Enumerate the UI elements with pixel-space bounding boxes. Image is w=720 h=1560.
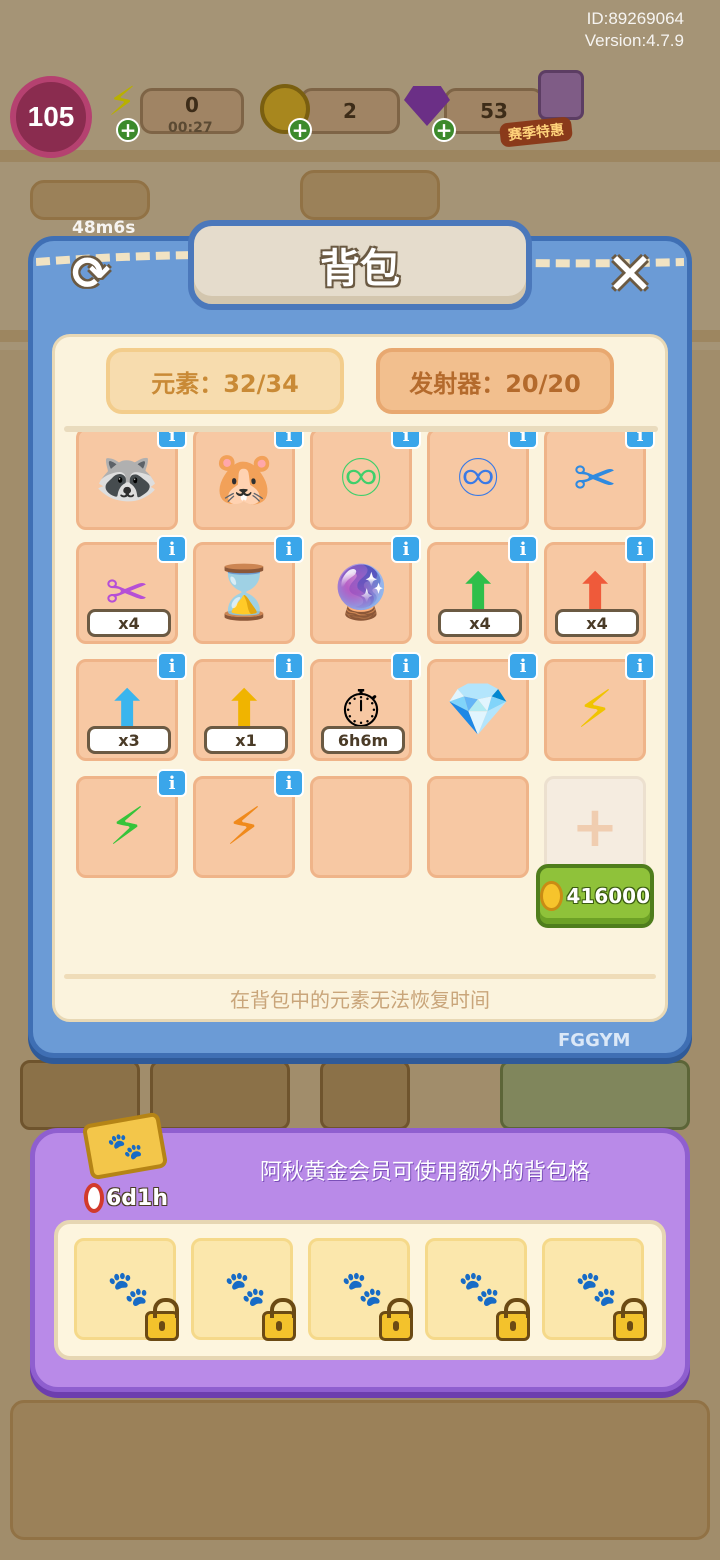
elements-counter-label: 元素：32/34: [151, 369, 299, 398]
info-icon[interactable]: i: [157, 769, 187, 797]
close-button[interactable]: ✕: [600, 240, 660, 308]
energy-value: 0: [185, 93, 199, 117]
energy-timer: 00:27: [168, 120, 213, 136]
coin-icon: [540, 881, 563, 911]
backpack-slot[interactable]: ⬆ i x3: [76, 652, 187, 761]
vip-timer: 6d1h: [84, 1182, 168, 1214]
refresh-icon: ⟳: [71, 246, 111, 300]
backpack-slot[interactable]: 🔮 i: [310, 535, 421, 644]
backpack-slot[interactable]: ♾ i: [427, 430, 538, 530]
vip-locked-slot[interactable]: 🐾: [542, 1238, 647, 1341]
gem-plus-icon[interactable]: +: [432, 118, 456, 142]
grid-scroll-edge: [64, 426, 658, 432]
brand-watermark: FGGYM: [558, 1030, 631, 1051]
paw-icon: 🐾: [224, 1269, 267, 1309]
lock-icon: [262, 1298, 296, 1341]
lock-icon: [613, 1298, 647, 1341]
backpack-title: 背包: [320, 246, 400, 292]
buy-slot-button[interactable]: 416000: [536, 864, 654, 928]
backpack-slot[interactable]: ♾ i: [310, 430, 421, 530]
background-timer: 48m6s: [72, 218, 136, 238]
empty-backpack-slot[interactable]: [427, 776, 529, 878]
info-icon[interactable]: i: [157, 652, 187, 680]
info-icon[interactable]: i: [157, 430, 187, 449]
refresh-button[interactable]: ⟳: [62, 244, 120, 302]
info-icon[interactable]: i: [274, 430, 304, 449]
backpack-slot[interactable]: ⚡ i: [544, 652, 655, 761]
coin-value: 2: [343, 99, 357, 123]
info-icon[interactable]: i: [391, 652, 421, 680]
plus-icon: +: [571, 794, 619, 860]
vip-locked-slot[interactable]: 🐾: [308, 1238, 413, 1341]
item-quantity-label: x1: [204, 726, 288, 754]
season-gift-icon[interactable]: [538, 70, 584, 120]
paw-icon: 🐾: [104, 1126, 146, 1166]
paw-icon: 🐾: [458, 1269, 501, 1309]
lock-icon: [379, 1298, 413, 1341]
vip-locked-slot[interactable]: 🐾: [191, 1238, 296, 1341]
vip-timer-value: 6d1h: [105, 1185, 168, 1211]
info-icon[interactable]: i: [274, 652, 304, 680]
item-quantity-label: x4: [87, 609, 171, 637]
info-icon[interactable]: i: [274, 535, 304, 563]
backpack-slot[interactable]: ⚡ i: [193, 769, 304, 878]
vip-message: 阿秋黄金会员可使用额外的背包格: [259, 1160, 590, 1185]
info-icon[interactable]: i: [508, 652, 538, 680]
backpack-slot[interactable]: ⬆ i x4: [427, 535, 538, 644]
empty-backpack-slot[interactable]: [310, 776, 412, 878]
device-info: ID:89269064 Version:4.7.9: [585, 8, 684, 52]
energy-lightning-icon: ⚡: [108, 79, 137, 125]
backpack-slot[interactable]: 💎 i: [427, 652, 538, 761]
info-icon[interactable]: i: [625, 430, 655, 449]
backpack-slot[interactable]: ⌛ i: [193, 535, 304, 644]
backpack-title-plate: 背包: [188, 220, 532, 310]
footer-divider: [64, 974, 656, 979]
info-icon[interactable]: i: [508, 430, 538, 449]
game-version: Version:4.7.9: [584, 31, 684, 50]
player-level: 105: [27, 101, 75, 132]
energy-plus-icon[interactable]: +: [116, 118, 140, 142]
info-icon[interactable]: i: [157, 535, 187, 563]
info-icon[interactable]: i: [391, 430, 421, 449]
paw-icon: 🐾: [575, 1269, 618, 1309]
backpack-slot[interactable]: ✂ i: [544, 430, 655, 530]
info-icon[interactable]: i: [625, 535, 655, 563]
info-icon[interactable]: i: [508, 535, 538, 563]
backpack-slot[interactable]: ⏱ i 6h6m: [310, 652, 421, 761]
buy-slot-price: 416000: [566, 884, 651, 908]
elements-counter-tab[interactable]: 元素：32/34: [106, 348, 344, 414]
backpack-slot[interactable]: ⬆ i x4: [544, 535, 655, 644]
backpack-item-grid[interactable]: 🦝 i 🐹 i ♾ i ♾ i ✂ i ✂ i x4 ⌛ i 🔮 i ⬆ i x4 ⬆ i x4 ⬆ i x3 ⬆ i x1 ⏱ i 6h6m…: [64, 430, 658, 886]
info-icon[interactable]: i: [625, 652, 655, 680]
paw-icon: 🐾: [107, 1269, 150, 1309]
item-quantity-label: x4: [555, 609, 639, 637]
item-quantity-label: 6h6m: [321, 726, 405, 754]
info-icon[interactable]: i: [391, 535, 421, 563]
backpack-slot[interactable]: ⬆ i x1: [193, 652, 304, 761]
item-quantity-label: x4: [438, 609, 522, 637]
launchers-counter-tab[interactable]: 发射器：20/20: [376, 348, 614, 414]
lock-icon: [145, 1298, 179, 1341]
coin-plus-icon[interactable]: +: [288, 118, 312, 142]
paw-icon: 🐾: [341, 1269, 384, 1309]
backpack-footer-note: 在背包中的元素无法恢复时间: [230, 988, 490, 1012]
lock-icon: [496, 1298, 530, 1341]
player-id: ID:89269064: [586, 9, 684, 28]
vip-locked-slot[interactable]: 🐾: [74, 1238, 179, 1341]
player-level-badge[interactable]: 105: [10, 76, 92, 158]
launchers-counter-label: 发射器：20/20: [409, 369, 581, 398]
backpack-slot[interactable]: 🦝 i: [76, 430, 187, 530]
vip-locked-slot[interactable]: 🐾: [425, 1238, 530, 1341]
backpack-slot[interactable]: ✂ i x4: [76, 535, 187, 644]
close-icon: ✕: [605, 240, 655, 308]
clock-icon: [84, 1183, 104, 1213]
gem-value: 53: [480, 99, 508, 123]
item-quantity-label: x3: [87, 726, 171, 754]
backpack-slot[interactable]: ⚡ i: [76, 769, 187, 878]
add-slot[interactable]: +: [544, 776, 646, 878]
info-icon[interactable]: i: [274, 769, 304, 797]
coin-counter[interactable]: 2: [300, 88, 400, 134]
backpack-slot[interactable]: 🐹 i: [193, 430, 304, 530]
